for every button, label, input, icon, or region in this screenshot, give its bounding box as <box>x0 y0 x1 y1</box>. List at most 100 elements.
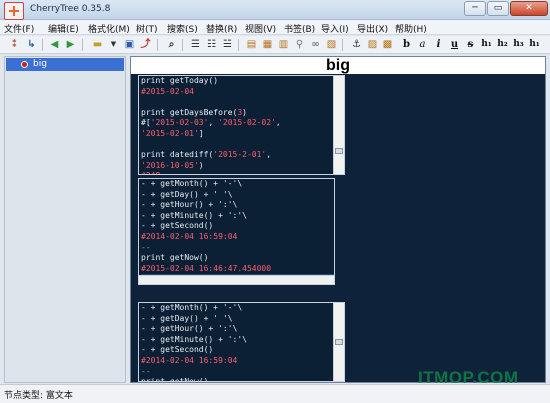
cherrytree-app-icon[interactable] <box>4 2 24 20</box>
code-token: ) <box>198 160 204 170</box>
menu-search[interactable]: 搜索(S) <box>167 22 198 35</box>
code-token: - + getMinute() + ':'\ <box>141 210 247 220</box>
code-token: '2015-02-02' <box>218 118 276 128</box>
toolbar-separator <box>42 39 43 51</box>
menu-format[interactable]: 格式化(M) <box>88 22 130 35</box>
italic-button[interactable]: i <box>433 39 444 50</box>
export-pdf-icon[interactable]: ⤴ <box>140 39 151 50</box>
insert-anchor-icon[interactable]: ⚲ <box>294 39 305 50</box>
node-add-icon[interactable]: ⁑ <box>9 39 20 50</box>
code-line: print getDaysBefore(3) <box>141 108 344 119</box>
close-button[interactable]: ✕ <box>510 1 548 16</box>
menu-import[interactable]: 导入(I) <box>321 22 349 35</box>
node-title: big <box>131 57 545 74</box>
codebox-3[interactable]: - + getMonth() + '-'\ - + getDay() + ' '\… <box>138 302 345 382</box>
menu-file[interactable]: 文件(F) <box>4 22 34 35</box>
insert-image-icon[interactable]: ▤ <box>246 39 257 50</box>
paste-icon[interactable]: ▩ <box>382 39 393 50</box>
codebox-2[interactable]: - + getMonth() + '-'\ - + getDay() + ' '\… <box>138 178 335 285</box>
code-line: #2014-02-04 16:59:04 <box>141 232 334 243</box>
code-token: - + getMonth() + '-'\ <box>141 303 243 312</box>
codebox-2-horizontal-scrollbar[interactable] <box>139 275 334 284</box>
menu-edit[interactable]: 编辑(E) <box>48 22 79 35</box>
code-line: - + getMonth() + '-'\ <box>141 179 334 190</box>
code-line: '2015-02-01'] <box>141 129 344 140</box>
save-icon[interactable]: ▣ <box>124 39 135 50</box>
insert-codebox-icon[interactable]: ▥ <box>278 39 289 50</box>
code-token: #2014-02-04 16:59:04 <box>141 355 238 365</box>
scrollbar-thumb[interactable] <box>335 148 343 154</box>
code-line: -- <box>141 243 334 254</box>
code-token: , <box>208 118 219 128</box>
code-token: ] <box>198 128 204 138</box>
tree-node-label: big <box>33 59 47 69</box>
tree-node-big[interactable]: big <box>6 58 124 71</box>
todo-list-icon[interactable]: ☱ <box>222 39 233 50</box>
code-line: - + getSecond() <box>141 221 334 232</box>
menu-help[interactable]: 帮助(H) <box>395 22 427 35</box>
window-title: CherryTree 0.35.8 <box>30 4 111 14</box>
menu-tree[interactable]: 树(T) <box>136 22 158 35</box>
small-text-button[interactable]: h₁ <box>529 39 540 50</box>
code-token: - + getDay() + ' '\ <box>141 313 233 323</box>
text-color-button[interactable]: a <box>417 39 428 50</box>
strikethrough-button[interactable]: s <box>465 39 476 50</box>
node-tree-panel[interactable]: big <box>4 56 126 383</box>
toolbar: ⁑ ↳ ◀ ▶ ▬ ▼ ▣ ⤴ ⌕ ☰ ☷ ☱ ▤ ▦ ▥ ⚲ ∞ ▧ ⚓ ▨ … <box>0 36 550 54</box>
bold-button[interactable]: b <box>401 39 412 50</box>
menu-view[interactable]: 视图(V) <box>245 22 276 35</box>
minimize-button[interactable]: ─ <box>464 1 486 16</box>
clear-format-icon[interactable]: ▧ <box>326 39 337 50</box>
forward-arrow-icon[interactable]: ▶ <box>65 39 76 50</box>
scrollbar-thumb[interactable] <box>335 339 343 345</box>
find-icon[interactable]: ⌕ <box>166 39 177 50</box>
code-token: - + getMinute() + ':'\ <box>141 334 247 344</box>
anchor-icon[interactable]: ⚓ <box>351 39 362 50</box>
code-line: print datediff('2015-2-01', <box>141 150 344 161</box>
menu-replace[interactable]: 替换(R) <box>206 22 237 35</box>
code-token: #2015-02-04 <box>141 86 194 96</box>
copy-icon[interactable]: ▨ <box>367 39 378 50</box>
code-token: , <box>275 118 281 128</box>
node-bullet-icon <box>21 61 28 68</box>
rich-text-editor[interactable]: big print getToday() #2015-02-04 print get… <box>130 56 546 383</box>
codebox-3-scrollbar[interactable] <box>333 303 344 381</box>
node-type-status: 节点类型: 富文本 <box>4 391 73 401</box>
code-token: - + getMonth() + '-'\ <box>141 179 243 188</box>
code-token: - + getDay() + ' '\ <box>141 189 233 199</box>
code-token: print getToday() <box>141 76 219 85</box>
code-token: print getNow() <box>141 377 209 382</box>
back-arrow-icon[interactable]: ◀ <box>49 39 60 50</box>
menu-export[interactable]: 导出(X) <box>357 22 388 35</box>
code-token: - + getSecond() <box>141 221 214 231</box>
numbered-list-icon[interactable]: ☷ <box>206 39 217 50</box>
subnode-add-icon[interactable]: ↳ <box>26 39 37 50</box>
code-token: '2015-02-01' <box>141 128 199 138</box>
toolbar-separator <box>157 39 158 51</box>
bulleted-list-icon[interactable]: ☰ <box>190 39 201 50</box>
codebox-1[interactable]: print getToday() #2015-02-04 print getDays… <box>138 75 345 175</box>
heading3-button[interactable]: h₃ <box>513 39 524 50</box>
insert-table-icon[interactable]: ▦ <box>262 39 273 50</box>
code-line: print getNow() <box>141 253 334 264</box>
maximize-button[interactable]: ▭ <box>487 1 509 16</box>
menu-bookmarks[interactable]: 书签(B) <box>284 22 315 35</box>
code-token: #2014-02-04 16:59:04 <box>141 231 238 241</box>
code-token: print getNow() <box>141 253 209 263</box>
heading2-button[interactable]: h₂ <box>497 39 508 50</box>
code-line: #2015-02-04 16:46:47.454000 <box>141 264 334 275</box>
heading1-button[interactable]: h₁ <box>481 39 492 50</box>
code-line: - + getMonth() + '-'\ <box>141 303 344 314</box>
code-token: print getDaysBefore( <box>141 107 238 117</box>
code-token: - + getHour() + ':'\ <box>141 200 238 210</box>
dropdown-arrow-icon[interactable]: ▼ <box>108 39 119 50</box>
underline-button[interactable]: u <box>449 39 460 50</box>
code-line: - + getHour() + ':'\ <box>141 200 334 211</box>
code-line: #2014-02-04 16:59:04 <box>141 356 344 367</box>
code-token: #248 <box>141 171 160 174</box>
insert-link-icon[interactable]: ∞ <box>310 39 321 50</box>
codebox-1-scrollbar[interactable] <box>333 76 344 174</box>
code-token: #2015-02-04 16:46:47.454000 <box>141 263 272 273</box>
folder-open-icon[interactable]: ▬ <box>92 39 103 50</box>
